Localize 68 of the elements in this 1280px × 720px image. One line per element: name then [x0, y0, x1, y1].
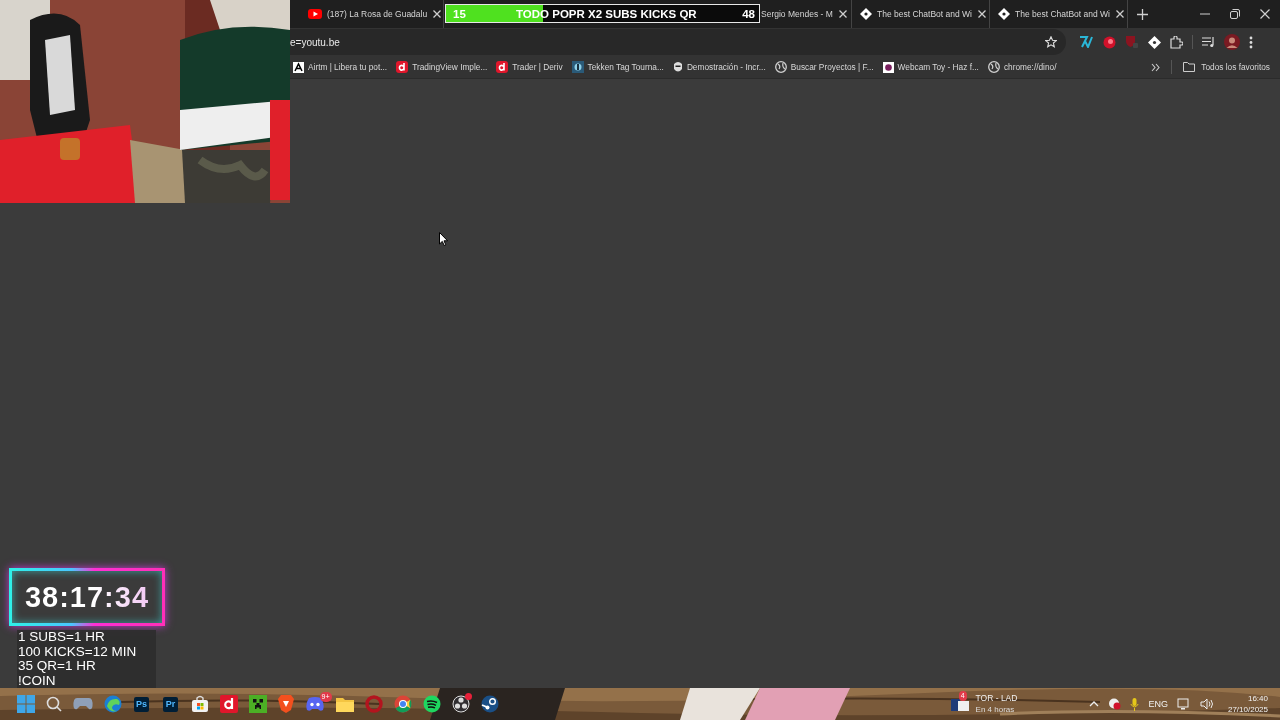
clock[interactable]: 16:40 27/10/2025	[1227, 693, 1280, 715]
puzzle-icon[interactable]	[1170, 35, 1183, 49]
close-icon[interactable]	[432, 9, 443, 19]
chevron-up-icon[interactable]	[1089, 701, 1100, 707]
bookmark[interactable]: Webcam Toy - Haz f...	[882, 61, 979, 73]
bookmark-folder[interactable]: Todos los favoritos	[1183, 62, 1280, 72]
game-thumbnail-icon	[571, 61, 584, 73]
language-indicator[interactable]: ENG	[1148, 699, 1168, 709]
star-icon[interactable]	[1045, 36, 1057, 48]
rule-text: 1 SUBS=1 HR	[18, 630, 105, 645]
speaker-icon[interactable]	[1199, 698, 1214, 710]
bookmark[interactable]: Buscar Proyectos | F...	[774, 61, 874, 73]
event-time: En 4 horas	[975, 704, 1016, 715]
status-dot-icon	[464, 693, 472, 700]
close-icon[interactable]	[837, 9, 848, 19]
letter-tile-icon	[293, 61, 304, 73]
bookmark[interactable]: Tekken Tag Tourna...	[571, 61, 664, 73]
avatar-icon[interactable]	[1224, 34, 1240, 50]
menu-icon[interactable]	[1249, 35, 1253, 49]
event-title: TOR - LAD	[975, 693, 1018, 704]
chevron-icon[interactable]	[1151, 62, 1161, 72]
restore-icon[interactable]	[1230, 9, 1240, 19]
seven-v-icon[interactable]	[1079, 36, 1094, 48]
lion-shield-icon[interactable]	[277, 695, 294, 713]
globe-icon	[774, 61, 787, 73]
mouse-pointer-icon	[439, 232, 448, 246]
bookmark[interactable]: Airtm | Libera tu pot...	[293, 61, 388, 73]
media-list-icon[interactable]	[1202, 36, 1215, 48]
address-field[interactable]: e=youtu.be	[290, 29, 1066, 55]
webcam-icon	[882, 61, 894, 73]
close-icon[interactable]	[1260, 9, 1270, 19]
rule-text: 35 QR=1 HR	[18, 659, 96, 674]
diamond-icon[interactable]	[1148, 35, 1161, 49]
rule-text: 100 KICKS=12 MIN	[18, 644, 137, 659]
close-icon[interactable]	[976, 9, 987, 19]
bookmark[interactable]: Demostración - Incr...	[672, 61, 766, 73]
letter-d-icon	[496, 61, 509, 73]
sound-waves-icon[interactable]	[422, 695, 441, 713]
bookmark[interactable]: Trader | Deriv	[496, 61, 563, 73]
shopping-bag-icon[interactable]	[190, 695, 209, 713]
start-icon[interactable]	[16, 695, 35, 713]
mask-icon	[672, 61, 683, 73]
recording-circle-icon[interactable]	[451, 695, 470, 713]
record-icon[interactable]	[1108, 698, 1122, 710]
diamond-icon	[860, 8, 872, 20]
network-icon[interactable]	[1176, 698, 1191, 710]
ring-icon[interactable]	[364, 695, 383, 713]
goal-target: 48	[742, 7, 755, 20]
rule-text: !COIN	[18, 673, 56, 688]
record-icon[interactable]	[1103, 35, 1116, 49]
globe-icon	[987, 61, 1000, 73]
close-icon[interactable]	[1114, 9, 1125, 19]
gamepad-icon[interactable]	[72, 697, 93, 711]
swirl-icon[interactable]	[103, 695, 122, 713]
goal-count: 15	[453, 7, 466, 20]
team-logo-icon	[950, 697, 969, 711]
folder-icon	[1183, 62, 1196, 72]
letter-d-icon	[396, 61, 409, 73]
diamond-icon	[998, 8, 1010, 20]
new-tab-icon[interactable]	[1137, 8, 1148, 20]
browser-icon[interactable]	[393, 695, 412, 713]
search-icon[interactable]	[45, 696, 62, 712]
bookmark[interactable]: TradingView Imple...	[396, 61, 488, 73]
video-play-icon	[308, 9, 322, 19]
microphone-icon[interactable]	[1130, 697, 1140, 711]
steam-icon[interactable]	[480, 695, 499, 713]
bookmark[interactable]: chrome://dino/	[987, 61, 1057, 73]
countdown-timer: 38:17:34	[9, 568, 165, 626]
